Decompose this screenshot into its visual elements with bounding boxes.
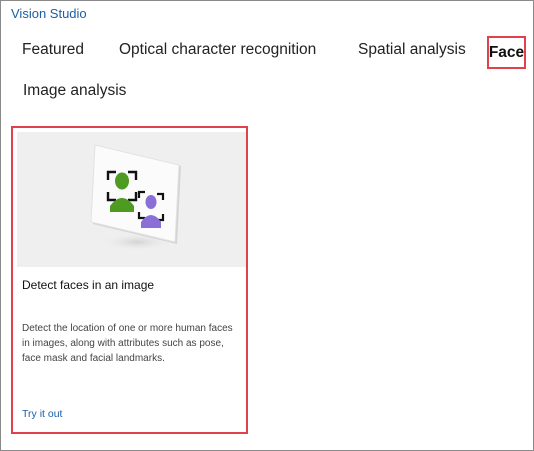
tab-image-analysis[interactable]: Image analysis: [23, 82, 126, 100]
card-title: Detect faces in an image: [22, 278, 155, 292]
app-title[interactable]: Vision Studio: [11, 6, 87, 21]
detect-faces-card[interactable]: Detect faces in an image Detect the loca…: [11, 126, 248, 434]
tab-optical-character-recognition[interactable]: Optical character recognition: [119, 41, 316, 59]
tab-spatial-analysis[interactable]: Spatial analysis: [358, 41, 466, 59]
tab-face[interactable]: Face: [487, 36, 526, 69]
try-it-out-link[interactable]: Try it out: [22, 408, 62, 420]
face-detection-illustration-icon: [90, 144, 181, 251]
card-description: Detect the location of one or more human…: [22, 323, 233, 364]
tab-featured[interactable]: Featured: [22, 41, 84, 59]
tab-face-label: Face: [488, 43, 525, 61]
card-illustration: [17, 132, 246, 267]
